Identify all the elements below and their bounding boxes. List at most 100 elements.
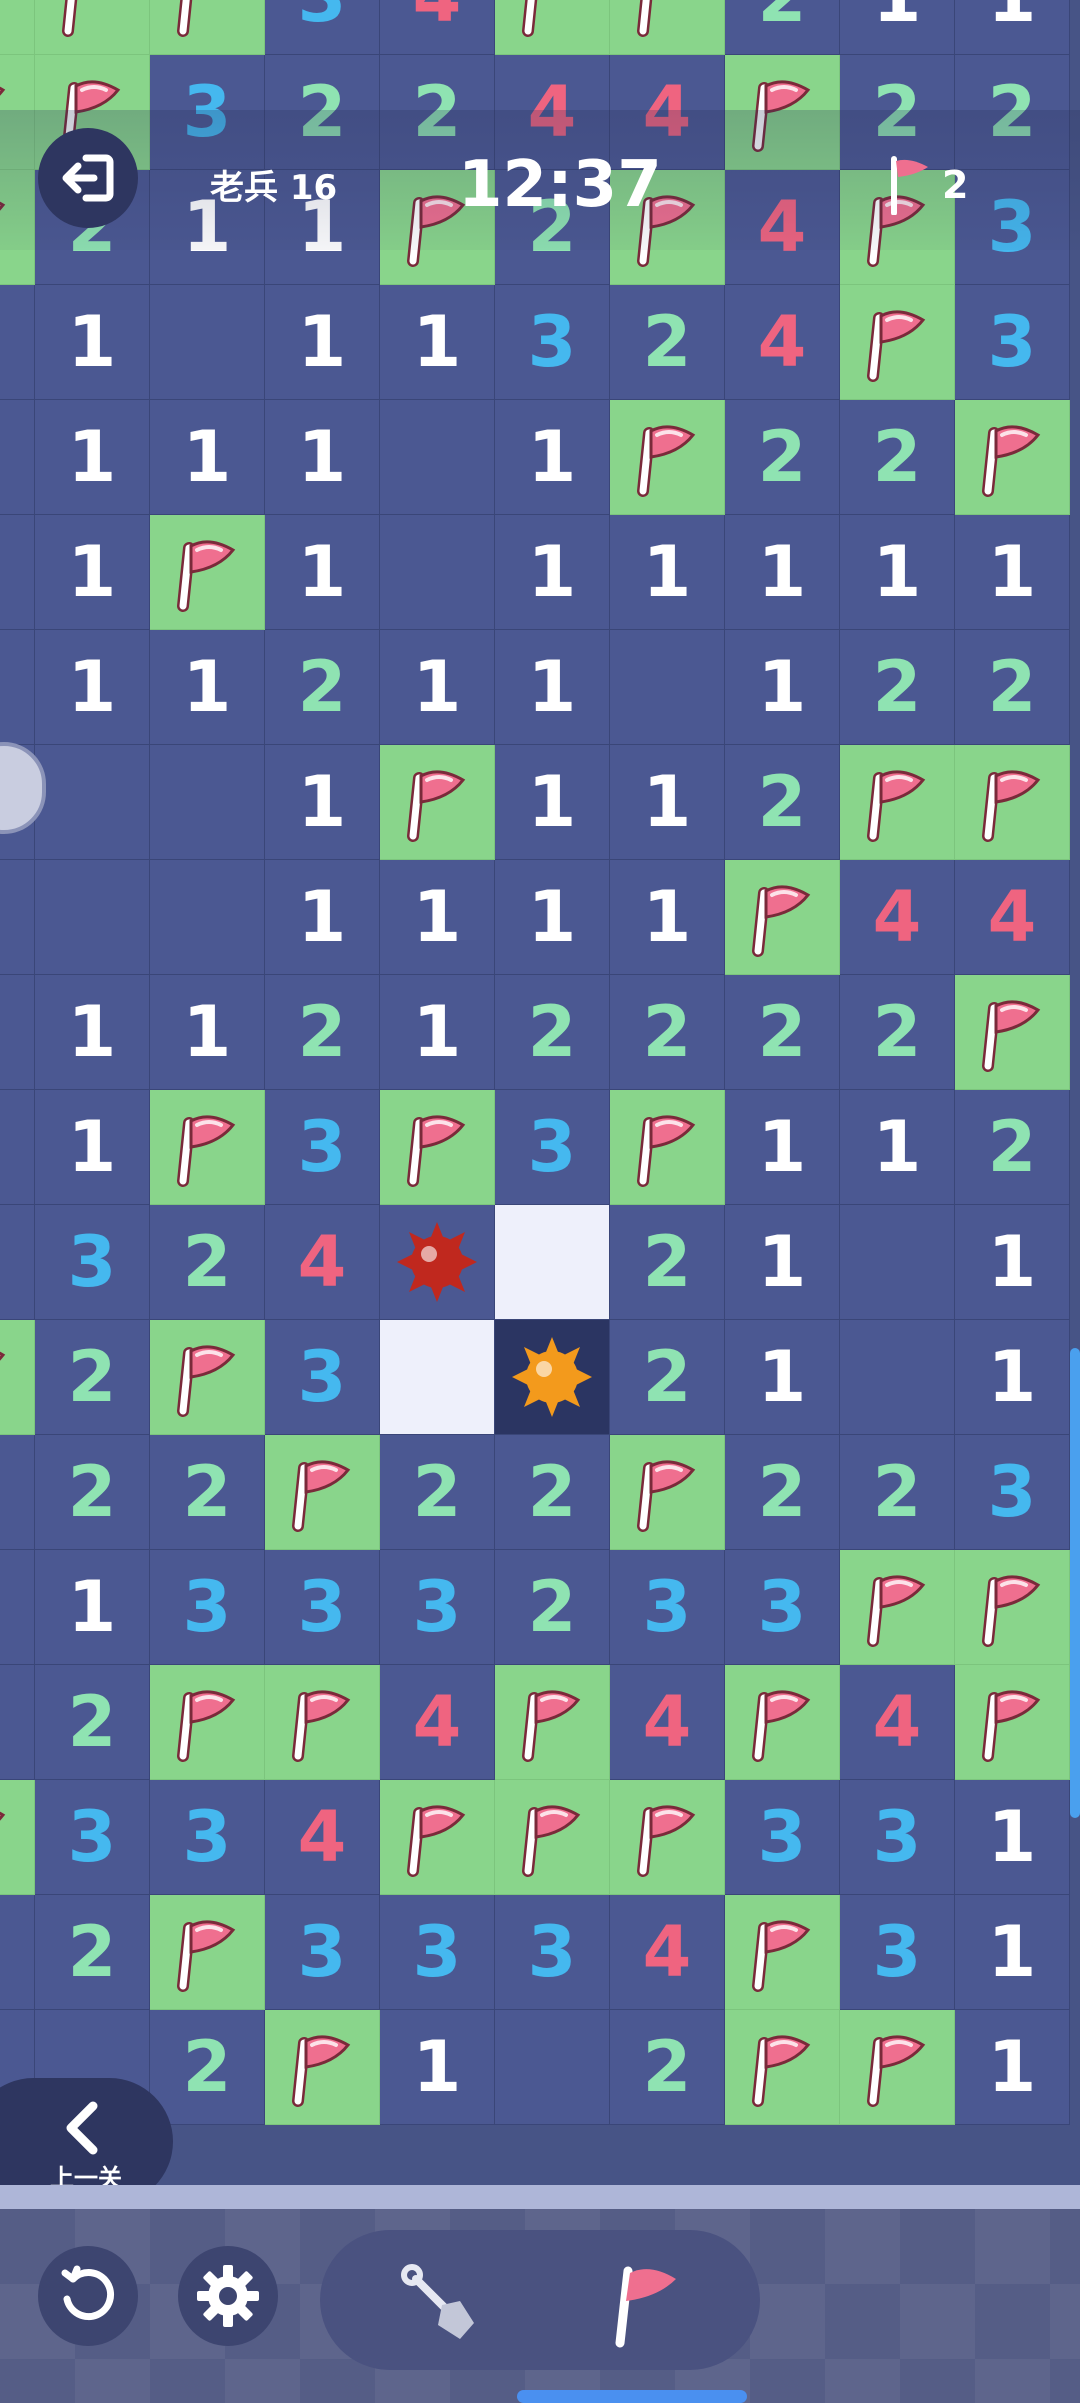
number-cell[interactable]: 2	[955, 630, 1070, 745]
flagged-cell[interactable]	[840, 745, 955, 860]
number-cell[interactable]: 2	[35, 1435, 150, 1550]
flagged-cell[interactable]	[265, 1665, 380, 1780]
empty-cell[interactable]	[0, 1550, 35, 1665]
number-cell[interactable]: 1	[955, 1205, 1070, 1320]
number-cell[interactable]: 1	[495, 630, 610, 745]
empty-cell[interactable]	[0, 975, 35, 1090]
number-cell[interactable]: 1	[35, 975, 150, 1090]
number-cell[interactable]: 3	[840, 1780, 955, 1895]
number-cell[interactable]: 4	[610, 1895, 725, 2010]
number-cell[interactable]: 3	[265, 1895, 380, 2010]
empty-cell[interactable]	[840, 1320, 955, 1435]
empty-cell[interactable]	[150, 285, 265, 400]
empty-cell[interactable]	[0, 860, 35, 975]
number-cell[interactable]: 3	[955, 1435, 1070, 1550]
number-cell[interactable]: 1	[495, 400, 610, 515]
number-cell[interactable]: 1	[150, 630, 265, 745]
flagged-cell[interactable]	[265, 1435, 380, 1550]
number-cell[interactable]: 3	[35, 1780, 150, 1895]
number-cell[interactable]: 1	[380, 975, 495, 1090]
flagged-cell[interactable]	[380, 1090, 495, 1205]
number-cell[interactable]: 2	[150, 2010, 265, 2125]
number-cell[interactable]: 2	[725, 745, 840, 860]
flagged-cell[interactable]	[840, 285, 955, 400]
number-cell[interactable]: 1	[380, 860, 495, 975]
empty-cell[interactable]	[0, 1090, 35, 1205]
flagged-cell[interactable]	[150, 515, 265, 630]
flagged-cell[interactable]	[610, 1780, 725, 1895]
flagged-cell[interactable]	[955, 975, 1070, 1090]
empty-cell[interactable]	[150, 860, 265, 975]
flagged-cell[interactable]	[150, 0, 265, 55]
number-cell[interactable]: 2	[265, 630, 380, 745]
flagged-cell[interactable]	[840, 2010, 955, 2125]
number-cell[interactable]: 1	[35, 1090, 150, 1205]
flagged-cell[interactable]	[495, 1780, 610, 1895]
number-cell[interactable]: 1	[725, 630, 840, 745]
empty-cell[interactable]	[35, 860, 150, 975]
flagged-cell[interactable]	[265, 2010, 380, 2125]
number-cell[interactable]: 1	[495, 860, 610, 975]
flagged-cell[interactable]	[725, 1895, 840, 2010]
number-cell[interactable]: 3	[150, 1780, 265, 1895]
number-cell[interactable]: 4	[380, 0, 495, 55]
number-cell[interactable]: 3	[265, 1550, 380, 1665]
number-cell[interactable]: 1	[840, 0, 955, 55]
empty-cell[interactable]	[0, 630, 35, 745]
number-cell[interactable]: 2	[150, 1205, 265, 1320]
number-cell[interactable]: 1	[265, 285, 380, 400]
flagged-cell[interactable]	[955, 745, 1070, 860]
number-cell[interactable]: 4	[265, 1780, 380, 1895]
number-cell[interactable]: 2	[35, 1895, 150, 2010]
flagged-cell[interactable]	[380, 745, 495, 860]
number-cell[interactable]: 2	[840, 1435, 955, 1550]
number-cell[interactable]: 1	[610, 860, 725, 975]
number-cell[interactable]: 2	[840, 630, 955, 745]
number-cell[interactable]: 2	[610, 285, 725, 400]
number-cell[interactable]: 3	[610, 1550, 725, 1665]
number-cell[interactable]: 1	[725, 1320, 840, 1435]
number-cell[interactable]: 1	[35, 515, 150, 630]
number-cell[interactable]: 1	[955, 2010, 1070, 2125]
number-cell[interactable]: 4	[955, 860, 1070, 975]
number-cell[interactable]: 1	[955, 1895, 1070, 2010]
number-cell[interactable]: 2	[35, 1320, 150, 1435]
empty-cell[interactable]	[495, 2010, 610, 2125]
number-cell[interactable]: 1	[725, 515, 840, 630]
dig-tool-button[interactable]	[390, 2255, 490, 2355]
flagged-cell[interactable]	[0, 0, 35, 55]
number-cell[interactable]: 3	[955, 285, 1070, 400]
flagged-cell[interactable]	[610, 400, 725, 515]
number-cell[interactable]: 2	[840, 400, 955, 515]
number-cell[interactable]: 4	[840, 860, 955, 975]
number-cell[interactable]: 1	[265, 515, 380, 630]
number-cell[interactable]: 1	[840, 515, 955, 630]
number-cell[interactable]: 2	[725, 1435, 840, 1550]
empty-cell[interactable]	[0, 1665, 35, 1780]
mine-cell[interactable]	[380, 1205, 495, 1320]
empty-cell[interactable]	[0, 1895, 35, 2010]
number-cell[interactable]: 3	[495, 1895, 610, 2010]
exploded-mine-cell[interactable]	[495, 1320, 610, 1435]
number-cell[interactable]: 1	[610, 515, 725, 630]
number-cell[interactable]: 4	[380, 1665, 495, 1780]
number-cell[interactable]: 3	[265, 0, 380, 55]
number-cell[interactable]: 2	[150, 1435, 265, 1550]
number-cell[interactable]: 2	[610, 975, 725, 1090]
number-cell[interactable]: 1	[610, 745, 725, 860]
number-cell[interactable]: 2	[495, 975, 610, 1090]
empty-cell[interactable]	[610, 630, 725, 745]
empty-cell[interactable]	[840, 1205, 955, 1320]
number-cell[interactable]: 2	[725, 975, 840, 1090]
number-cell[interactable]: 1	[955, 515, 1070, 630]
number-cell[interactable]: 1	[150, 400, 265, 515]
exit-button[interactable]	[38, 128, 138, 228]
flagged-cell[interactable]	[610, 1090, 725, 1205]
number-cell[interactable]: 2	[725, 0, 840, 55]
number-cell[interactable]: 3	[495, 1090, 610, 1205]
number-cell[interactable]: 2	[840, 975, 955, 1090]
number-cell[interactable]: 1	[955, 1320, 1070, 1435]
number-cell[interactable]: 3	[265, 1090, 380, 1205]
number-cell[interactable]: 1	[35, 400, 150, 515]
number-cell[interactable]: 3	[265, 1320, 380, 1435]
